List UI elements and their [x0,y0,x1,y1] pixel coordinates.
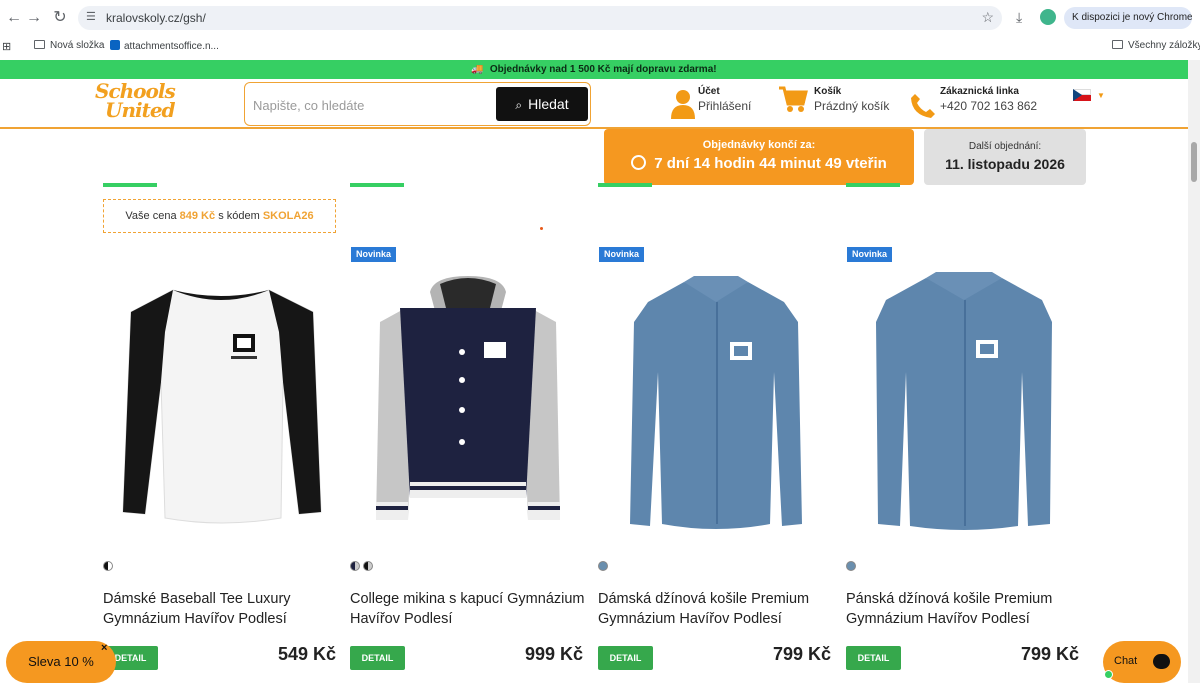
truck-icon: 🚚 [471,64,484,75]
download-icon[interactable]: ⤓ [1016,9,1022,26]
loading-dot [540,227,543,230]
bookmark-star-icon[interactable]: ☆ [981,9,994,26]
url-text[interactable]: kralovskoly.cz/gsh/ [106,11,206,25]
product-price: 999 Kč [524,644,583,664]
prev-row-button-edge [103,183,157,187]
detail-button[interactable]: DETAIL [598,646,653,670]
free-shipping-bar: 🚚 Objednávky nad 1 500 Kč mají dopravu zd… [0,60,1188,79]
cart-link[interactable]: Košík Prázdný košík [814,85,889,113]
online-status-dot [1104,670,1113,679]
chevron-down-icon[interactable]: ▼ [1097,91,1105,100]
folder-icon [1112,40,1123,49]
apps-grid-icon[interactable]: ⊞ [2,40,11,53]
color-swatch-black-white[interactable] [103,561,113,571]
new-badge: Novinka [847,247,893,262]
detail-button[interactable]: DETAIL [846,646,901,670]
clock-icon [631,155,647,170]
color-swatch-navy-grey[interactable] [350,561,360,571]
color-swatch-black-grey[interactable] [363,561,373,571]
detail-button[interactable]: DETAIL [350,646,405,670]
browser-chrome: ← → ↻ ☰ kralovskoly.cz/gsh/ ☆ ⤓ K dispoz… [0,0,1200,60]
product-price: 549 Kč [277,644,336,664]
product-title[interactable]: Pánská džínová košile Premium Gymnázium … [846,589,1086,629]
bookmarks-bar: ⊞ Nová složka attachmentsoffice.n... Vše… [0,36,1200,58]
forward-icon[interactable]: → [24,8,44,28]
bookmark-attachments[interactable]: attachmentsoffice.n... [110,40,219,52]
product-image-college-hoodie[interactable] [350,262,586,544]
address-bar[interactable]: ☰ kralovskoly.cz/gsh/ ☆ [78,6,1002,30]
order-countdown: Objednávky končí za: 7 dní 14 hodin 44 m… [604,129,914,185]
outlook-icon [110,40,120,50]
color-swatch-denim[interactable] [846,561,856,571]
support-line[interactable]: Zákaznická linka +420 702 163 862 [940,85,1037,113]
product-title[interactable]: Dámská džínová košile Premium Gymnázium … [598,589,838,629]
extension-icon[interactable] [1040,9,1056,25]
new-badge: Novinka [351,247,397,262]
countdown-value: 7 dní 14 hodin 44 minut 49 vteřin [654,155,887,172]
product-image-baseball-tee[interactable] [103,262,339,544]
search-button[interactable]: ⌕ Hledat [496,87,588,121]
reload-icon[interactable]: ↻ [50,8,70,28]
search-icon: ⌕ [515,98,523,112]
folder-icon [34,40,45,49]
product-title[interactable]: College mikina s kapucí Gymnázium Havířo… [350,589,590,629]
bookmark-new-folder[interactable]: Nová složka [34,40,104,51]
color-swatch-denim[interactable] [598,561,608,571]
prev-row-button-edge [598,183,652,187]
back-icon[interactable]: ← [4,8,24,28]
product-price: 799 Kč [772,644,831,664]
search-input[interactable] [253,95,483,115]
chat-bubble-icon [1153,654,1170,669]
czech-flag-icon[interactable] [1073,89,1091,101]
chat-button[interactable]: Chat [1103,641,1181,683]
product-image-mens-denim-shirt[interactable] [846,262,1082,544]
new-badge: Novinka [599,247,645,262]
browser-toolbar: ← → ↻ ☰ kralovskoly.cz/gsh/ ☆ ⤓ K dispoz… [0,0,1200,36]
product-image-womens-denim-shirt[interactable] [598,262,834,544]
prev-row-button-edge [846,183,900,187]
site-header: Schools United ⌕Hledat Účet Přihlášení K… [0,79,1188,129]
discount-popup-button[interactable]: Sleva 10 % [6,641,116,683]
promo-price-box: Vaše cena 849 Kč s kódem SKOLA26 [103,199,336,233]
cart-icon[interactable] [778,85,808,113]
all-bookmarks[interactable]: Všechny záložky [1112,40,1200,51]
prev-row-button-edge [350,183,404,187]
site-logo[interactable]: Schools United [95,81,179,126]
user-icon[interactable] [670,89,696,119]
page-scrollbar[interactable] [1188,60,1200,683]
scrollbar-thumb[interactable] [1191,142,1197,182]
product-title[interactable]: Dámské Baseball Tee Luxury Gymnázium Hav… [103,589,343,629]
account-link[interactable]: Účet Přihlášení [698,85,751,113]
close-icon[interactable]: × [101,642,107,654]
search-box: ⌕Hledat [244,82,591,126]
phone-icon [911,94,935,118]
site-info-icon[interactable]: ☰ [86,10,100,24]
product-price: 799 Kč [1020,644,1079,664]
next-order-box: Další objednání: 11. listopadu 2026 [924,129,1086,185]
chrome-update-pill[interactable]: K dispozici je nový Chrome [1064,7,1192,29]
